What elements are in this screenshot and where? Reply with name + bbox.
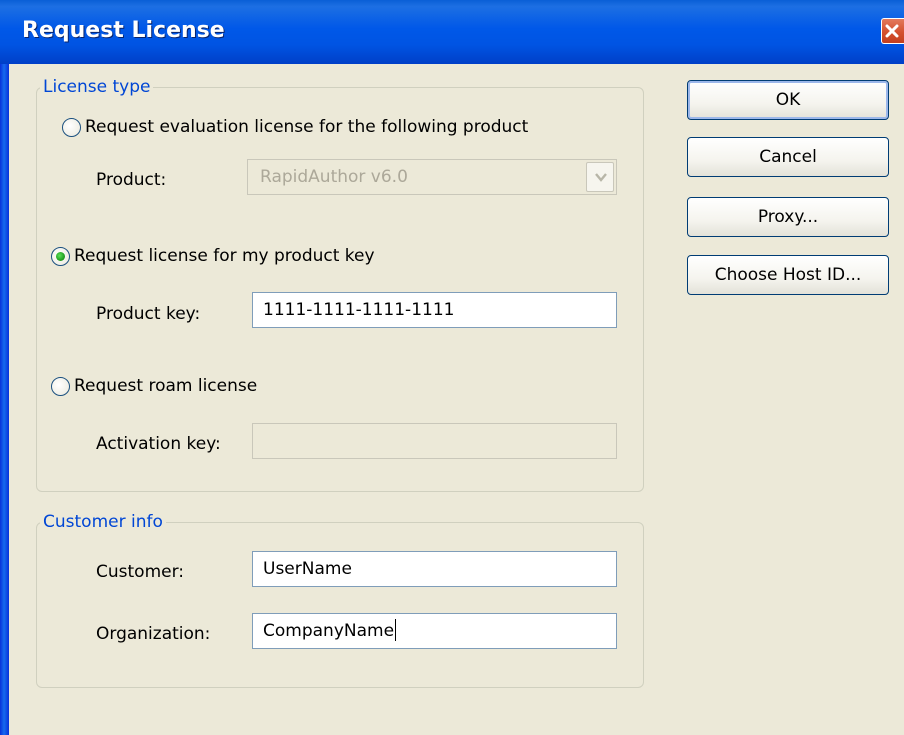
roam-license-option[interactable]: Request roam license: [51, 374, 257, 398]
close-icon: [885, 24, 899, 38]
product-select-value: RapidAuthor v6.0: [260, 167, 408, 187]
organization-label: Organization:: [96, 624, 211, 644]
organization-value: CompanyName: [263, 621, 395, 641]
customer-field[interactable]: UserName: [252, 551, 617, 587]
roam-license-label: Request roam license: [74, 376, 258, 396]
customer-label: Customer:: [96, 562, 185, 582]
license-type-legend: License type: [40, 77, 154, 97]
product-select[interactable]: RapidAuthor v6.0: [247, 159, 617, 195]
activation-key-field[interactable]: [252, 423, 617, 459]
ok-button[interactable]: OK: [687, 80, 889, 120]
eval-license-radio[interactable]: [62, 117, 81, 137]
eval-license-label: Request evaluation license for the follo…: [85, 117, 529, 137]
roam-license-radio[interactable]: [51, 376, 70, 396]
product-key-field[interactable]: 1111-1111-1111-1111: [252, 292, 617, 328]
organization-field[interactable]: CompanyName: [252, 613, 617, 649]
choose-host-id-button[interactable]: Choose Host ID...: [687, 255, 889, 295]
customer-info-group: [36, 522, 644, 688]
product-key-option[interactable]: Request license for my product key: [51, 244, 375, 268]
proxy-button[interactable]: Proxy...: [687, 197, 889, 237]
product-dropdown-button[interactable]: [586, 162, 614, 192]
cancel-button[interactable]: Cancel: [687, 137, 889, 177]
eval-license-option[interactable]: Request evaluation license for the follo…: [62, 115, 528, 139]
product-key-radio[interactable]: [51, 246, 70, 266]
chevron-down-icon: [595, 173, 607, 182]
product-label: Product:: [96, 170, 167, 190]
text-cursor: [395, 619, 397, 641]
product-key-label: Product key:: [96, 304, 201, 324]
customer-info-legend: Customer info: [40, 512, 166, 532]
window-frame-left: [0, 64, 9, 735]
product-key-option-label: Request license for my product key: [74, 246, 375, 266]
activation-key-label: Activation key:: [96, 434, 221, 454]
window-title: Request License: [22, 18, 225, 43]
close-button[interactable]: [881, 18, 904, 44]
title-bar[interactable]: Request License: [0, 0, 904, 64]
